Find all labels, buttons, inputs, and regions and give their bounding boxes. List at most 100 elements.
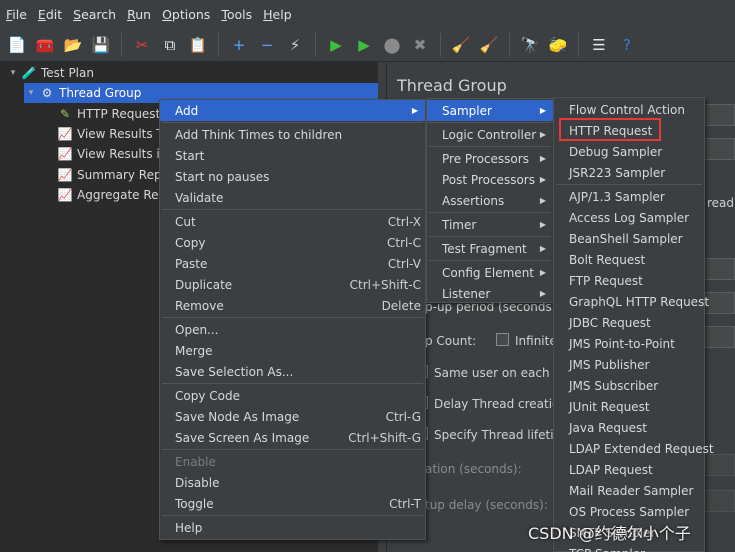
menu-item-shortcut: Ctrl+Shift-C [349, 277, 421, 292]
menu-validate[interactable]: Validate [160, 187, 425, 208]
menu-start-no-pauses[interactable]: Start no pauses [160, 166, 425, 187]
submenu-timer[interactable]: Timer ▶ [427, 214, 553, 235]
start-no-pauses-button[interactable]: ▶ [353, 34, 375, 56]
tree-expand-arrow[interactable]: ▾ [6, 68, 20, 78]
sampler-graphql-http-request[interactable]: GraphQL HTTP Request [554, 291, 709, 312]
submenu-sampler[interactable]: Sampler ▶ [427, 100, 553, 121]
reset-search-button[interactable]: 🧽 [547, 34, 569, 56]
open-folder-button[interactable]: 📂 [62, 34, 84, 56]
function-helper-button[interactable]: ☰ [588, 34, 610, 56]
sampler-bolt-request[interactable]: Bolt Request [554, 249, 704, 270]
cut-button[interactable]: ✂ [131, 34, 153, 56]
sampler-ldap-extended-request[interactable]: LDAP Extended Request [554, 438, 714, 459]
menu-add[interactable]: Add ▶ [160, 100, 425, 121]
tree-expand-arrow[interactable]: ▾ [24, 88, 38, 98]
sampler-tcp-sampler[interactable]: TCP Sampler [554, 543, 704, 552]
menubar-item[interactable]: File [2, 7, 31, 22]
sampler-debug-sampler[interactable]: Debug Sampler [554, 141, 704, 162]
paste-button[interactable]: 📋 [187, 34, 209, 56]
sampler-flow-control-action[interactable]: Flow Control Action [554, 99, 704, 120]
menu-add-think-times[interactable]: Add Think Times to children [160, 124, 425, 145]
sampler-java-request[interactable]: Java Request [554, 417, 704, 438]
sampler-mail-reader-sampler[interactable]: Mail Reader Sampler [554, 480, 704, 501]
submenu-listener[interactable]: Listener ▶ [427, 283, 553, 304]
menu-cut[interactable]: Cut Ctrl-X [160, 211, 425, 232]
menu-item-label: Merge [175, 343, 213, 358]
shutdown-button[interactable]: ✖ [409, 34, 431, 56]
expand-button[interactable]: + [228, 34, 250, 56]
menubar-item[interactable]: Tools [217, 7, 256, 22]
menu-toggle[interactable]: Toggle Ctrl-T [160, 493, 425, 514]
clear-all-button[interactable]: 🧹 [478, 34, 500, 56]
sampler-jms-subscriber[interactable]: JMS Subscriber [554, 375, 704, 396]
help-button[interactable]: ? [616, 34, 638, 56]
new-document-button[interactable]: 📄 [6, 34, 28, 56]
menu-item-label: LDAP Extended Request [569, 441, 714, 456]
menu-paste[interactable]: Paste Ctrl-V [160, 253, 425, 274]
context-menu: Add ▶ Add Think Times to children Start Star… [159, 99, 426, 540]
menu-merge[interactable]: Merge [160, 340, 425, 361]
submenu-assertions[interactable]: Assertions ▶ [427, 190, 553, 211]
menubar-item[interactable]: Options [158, 7, 214, 22]
sampler-junit-request[interactable]: JUnit Request [554, 396, 704, 417]
menubar-item[interactable]: Help [259, 7, 296, 22]
menu-remove[interactable]: Remove Delete [160, 295, 425, 316]
stop-button[interactable]: ⬤ [381, 34, 403, 56]
sampler-ftp-request[interactable]: FTP Request [554, 270, 704, 291]
sampler-access-log-sampler[interactable]: Access Log Sampler [554, 207, 704, 228]
sampler-jms-publisher[interactable]: JMS Publisher [554, 354, 704, 375]
sampler-jms-point-to-point[interactable]: JMS Point-to-Point [554, 333, 704, 354]
clear-button[interactable]: 🧹 [450, 34, 472, 56]
search-binoculars-button[interactable]: 🔭 [519, 34, 541, 56]
menu-save-screen-as-image[interactable]: Save Screen As Image Ctrl+Shift-G [160, 427, 425, 448]
submenu-post-processors[interactable]: Post Processors ▶ [427, 169, 553, 190]
test-plan-node[interactable]: ▾ 🧪 Test Plan [6, 63, 94, 83]
menu-duplicate[interactable]: Duplicate Ctrl+Shift-C [160, 274, 425, 295]
chevron-right-icon: ▶ [539, 175, 546, 184]
tree-node-icon: 📈 [57, 167, 73, 182]
menu-item-label: Copy Code [175, 388, 240, 403]
submenu-logic-controller[interactable]: Logic Controller ▶ [427, 124, 553, 145]
sampler-os-process-sampler[interactable]: OS Process Sampler [554, 501, 704, 522]
sampler-ajp-sampler[interactable]: AJP/1.3 Sampler [554, 186, 704, 207]
menubar-item[interactable]: Edit [34, 7, 66, 22]
search-binoculars-icon: 🔭 [520, 35, 540, 54]
menu-open[interactable]: Open... [160, 319, 425, 340]
view-results-in-table-node[interactable]: 📈 View Results in [42, 144, 168, 164]
menu-help[interactable]: Help [160, 517, 425, 538]
menu-start[interactable]: Start [160, 145, 425, 166]
menubar-item[interactable]: Search [69, 7, 120, 22]
start-button[interactable]: ▶ [325, 34, 347, 56]
summary-report-node[interactable]: 📈 Summary Rep [42, 165, 162, 185]
menu-save-selection-as[interactable]: Save Selection As... [160, 361, 425, 382]
templates-button[interactable]: 🧰 [34, 34, 56, 56]
submenu-pre-processors[interactable]: Pre Processors ▶ [427, 148, 553, 169]
submenu-test-fragment[interactable]: Test Fragment ▶ [427, 238, 553, 259]
menubar-item[interactable]: Run [123, 7, 155, 22]
sampler-jsr223-sampler[interactable]: JSR223 Sampler [554, 162, 704, 183]
menu-separator [162, 317, 423, 318]
sampler-beanshell-sampler[interactable]: BeanShell Sampler [554, 228, 704, 249]
menu-copy-code[interactable]: Copy Code [160, 385, 425, 406]
view-results-tree-node[interactable]: 📈 View Results T [42, 124, 164, 144]
stop-icon: ⬤ [383, 35, 401, 54]
start-no-pauses-icon: ▶ [358, 35, 370, 54]
sampler-jdbc-request[interactable]: JDBC Request [554, 312, 704, 333]
menu-separator [429, 236, 551, 237]
save-button[interactable]: 💾 [90, 34, 112, 56]
submenu-config-element[interactable]: Config Element ▶ [427, 262, 553, 283]
menu-disable[interactable]: Disable [160, 472, 425, 493]
infinite-checkbox[interactable] [496, 333, 509, 346]
sampler-http-request[interactable]: HTTP Request [554, 120, 704, 141]
menu-copy[interactable]: Copy Ctrl-C [160, 232, 425, 253]
collapse-button[interactable]: − [256, 34, 278, 56]
toggle-button[interactable]: ⚡ [284, 34, 306, 56]
menu-item-label: Disable [175, 475, 220, 490]
menubar-label: ools [226, 6, 253, 22]
http-request-node[interactable]: ✎ HTTP Request [42, 104, 160, 124]
toolbar: 📄 🧰 📂 💾 ✂ ⧉ 📋 + − ⚡ ▶ ▶ ⬤ ✖ 🧹 🧹 🔭 🧽 ☰? [0, 28, 735, 62]
menu-save-node-as-image[interactable]: Save Node As Image Ctrl-G [160, 406, 425, 427]
copy-button[interactable]: ⧉ [159, 34, 181, 56]
aggregate-report-node[interactable]: 📈 Aggregate Rep [42, 185, 167, 205]
sampler-ldap-request[interactable]: LDAP Request [554, 459, 704, 480]
